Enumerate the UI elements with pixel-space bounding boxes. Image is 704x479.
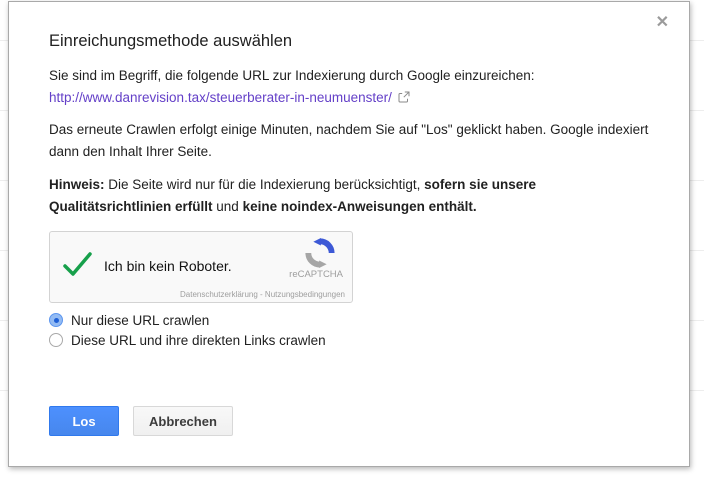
crawl-option-group: Nur diese URL crawlen Diese URL und ihre… xyxy=(49,310,649,350)
crawl-info-paragraph: Das erneute Crawlen erfolgt einige Minut… xyxy=(49,119,649,163)
recaptcha-widget[interactable]: Ich bin kein Roboter. reCAPTCHA Datensch… xyxy=(49,231,353,303)
checkmark-icon xyxy=(63,251,93,282)
radio-unselected-icon[interactable] xyxy=(49,333,63,347)
radio-option-only-url[interactable]: Nur diese URL crawlen xyxy=(49,310,649,330)
dialog-title: Einreichungsmethode auswählen xyxy=(49,32,649,51)
intro-text: Sie sind im Begriff, die folgende URL zu… xyxy=(49,68,535,83)
external-link-icon xyxy=(398,88,410,110)
radio-option-url-and-links[interactable]: Diese URL und ihre direkten Links crawle… xyxy=(49,330,649,350)
dialog-actions: Los Abbrechen xyxy=(49,406,649,436)
intro-paragraph: Sie sind im Begriff, die folgende URL zu… xyxy=(49,65,649,110)
submission-method-dialog: ✕ Einreichungsmethode auswählen Sie sind… xyxy=(8,1,690,467)
recaptcha-brand-text: reCAPTCHA xyxy=(289,269,343,280)
note-text-1: Die Seite wird nur für die Indexierung b… xyxy=(105,177,425,192)
radio-selected-icon[interactable] xyxy=(49,313,63,327)
cancel-button[interactable]: Abbrechen xyxy=(133,406,233,436)
recaptcha-logo-icon xyxy=(305,238,335,271)
go-button[interactable]: Los xyxy=(49,406,119,436)
note-bold-hinweis: Hinweis: xyxy=(49,177,105,192)
dialog-content: Einreichungsmethode auswählen Sie sind i… xyxy=(9,2,689,436)
recaptcha-label: Ich bin kein Roboter. xyxy=(104,258,232,274)
submitted-url-link[interactable]: http://www.danrevision.tax/steuerberater… xyxy=(49,90,392,105)
recaptcha-terms-links[interactable]: Datenschutzerklärung - Nutzungsbedingung… xyxy=(180,290,345,299)
close-icon[interactable]: ✕ xyxy=(656,15,669,31)
radio-label: Diese URL und ihre direkten Links crawle… xyxy=(71,333,326,348)
radio-label: Nur diese URL crawlen xyxy=(71,313,209,328)
note-bold-noindex: keine noindex-Anweisungen enthält. xyxy=(243,199,477,214)
note-text-2: und xyxy=(213,199,243,214)
note-paragraph: Hinweis: Die Seite wird nur für die Inde… xyxy=(49,174,649,218)
